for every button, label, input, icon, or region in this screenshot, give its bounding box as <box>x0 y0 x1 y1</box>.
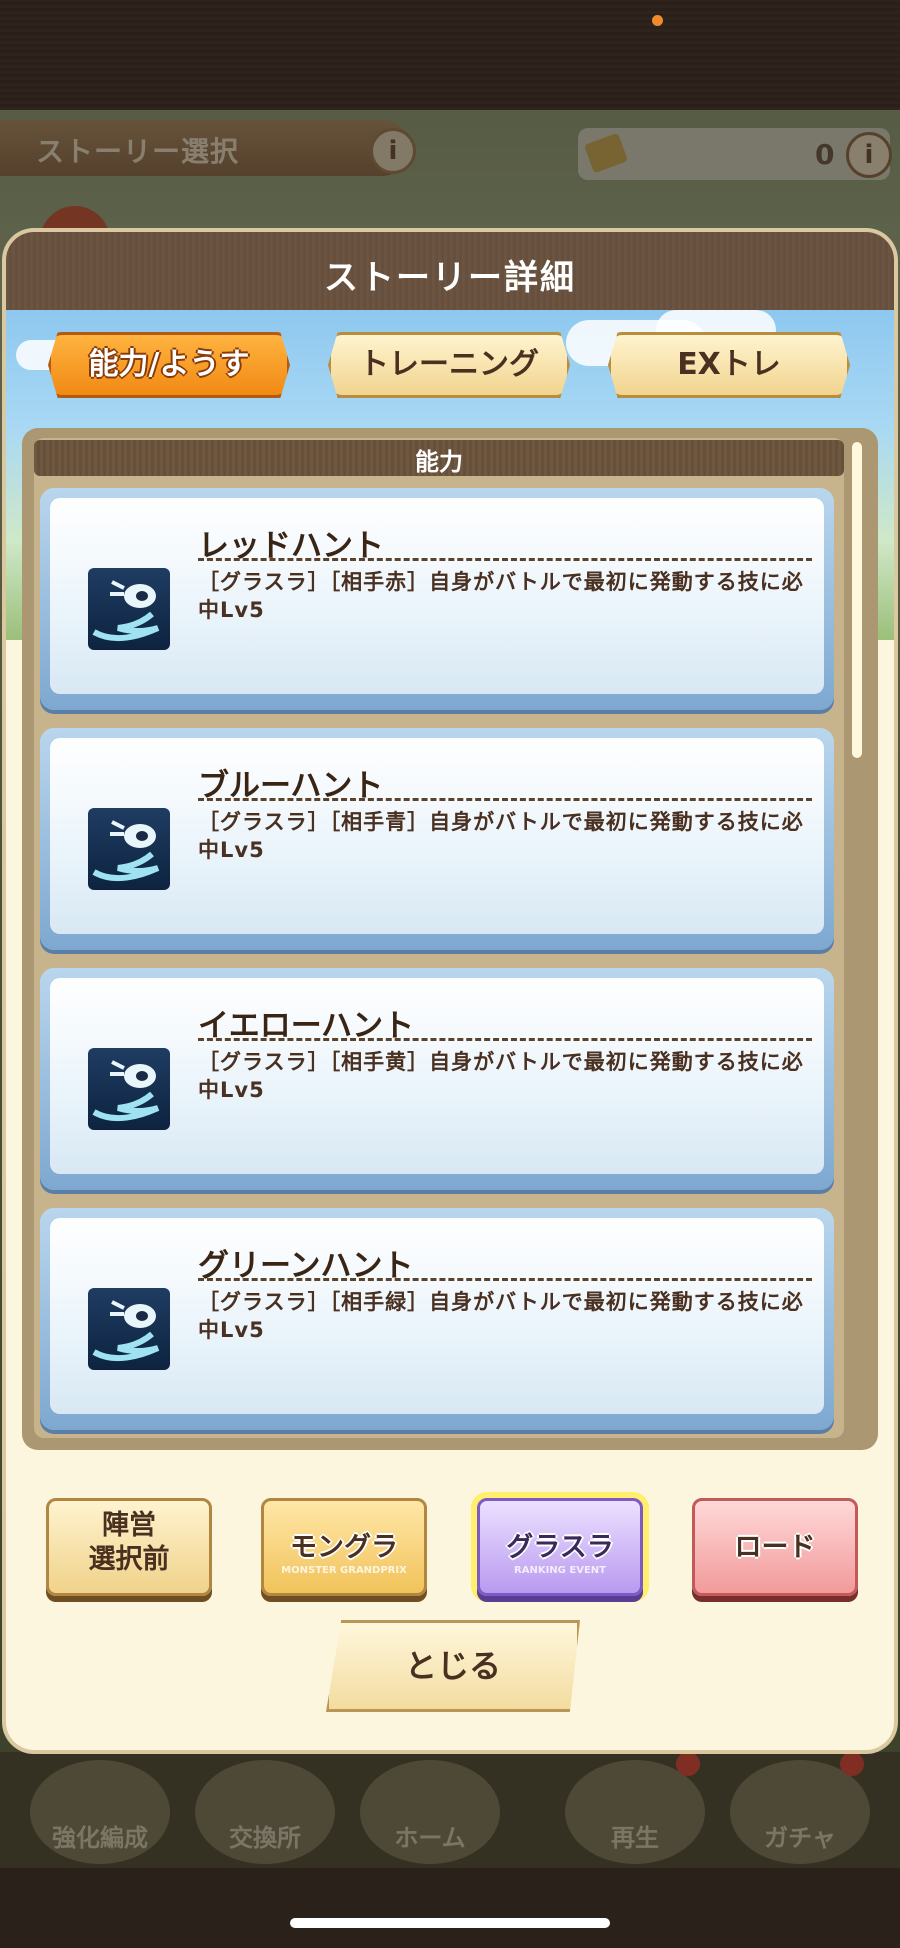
home-indicator-area <box>0 1868 900 1948</box>
scrollbar[interactable] <box>852 442 862 758</box>
faction-before-button[interactable]: 陣営 選択前 <box>46 1498 212 1596</box>
skill-hunt-icon <box>88 808 170 890</box>
skill-hunt-icon <box>88 1048 170 1130</box>
faction-mongura-label: モングラ <box>290 1532 398 1563</box>
faction-road-label: ロード <box>734 1532 816 1563</box>
status-bar <box>0 0 900 110</box>
ability-description: ［グラスラ］［相手緑］自身がバトルで最初に発動する技に必中Lv5 <box>198 1290 804 1342</box>
ability-card[interactable]: グリーンハント ［グラスラ］［相手緑］自身がバトルで最初に発動する技に必中Lv5 <box>40 1208 834 1430</box>
faction-grasura-sub: RANKING EVENT <box>514 1565 606 1576</box>
tab-ex-training[interactable]: EXトレ <box>608 332 850 398</box>
faction-mongura-button[interactable]: モングラ MONSTER GRANDPRIX <box>261 1498 427 1596</box>
ability-card[interactable]: イエローハント ［グラスラ］［相手黄］自身がバトルで最初に発動する技に必中Lv5 <box>40 968 834 1190</box>
skill-hunt-icon <box>88 1288 170 1370</box>
ability-description: ［グラスラ］［相手赤］自身がバトルで最初に発動する技に必中Lv5 <box>198 570 804 622</box>
section-label: 能力 <box>415 448 463 476</box>
faction-grasura-button[interactable]: グラスラ RANKING EVENT <box>477 1498 643 1596</box>
ability-card[interactable]: ブルーハント ［グラスラ］［相手青］自身がバトルで最初に発動する技に必中Lv5 <box>40 728 834 950</box>
ability-description: ［グラスラ］［相手黄］自身がバトルで最初に発動する技に必中Lv5 <box>198 1050 804 1102</box>
skill-hunt-icon <box>88 568 170 650</box>
tab-ability[interactable]: 能力/ようす <box>48 332 290 398</box>
close-button[interactable]: とじる <box>326 1620 580 1712</box>
tab-training[interactable]: トレーニング <box>328 332 570 398</box>
faction-road-button[interactable]: ロード <box>692 1498 858 1596</box>
modal-title: ストーリー詳細 <box>324 258 576 298</box>
faction-before-line1: 陣営 <box>102 1510 156 1541</box>
home-indicator[interactable] <box>290 1918 610 1928</box>
ability-card[interactable]: レッドハント ［グラスラ］［相手赤］自身がバトルで最初に発動する技に必中Lv5 <box>40 488 834 710</box>
ability-description: ［グラスラ］［相手青］自身がバトルで最初に発動する技に必中Lv5 <box>198 810 804 862</box>
faction-grasura-label: グラスラ <box>506 1532 614 1563</box>
faction-before-line2: 選択前 <box>88 1544 170 1575</box>
status-indicator-dot <box>652 15 663 26</box>
faction-mongura-sub: MONSTER GRANDPRIX <box>281 1565 407 1576</box>
